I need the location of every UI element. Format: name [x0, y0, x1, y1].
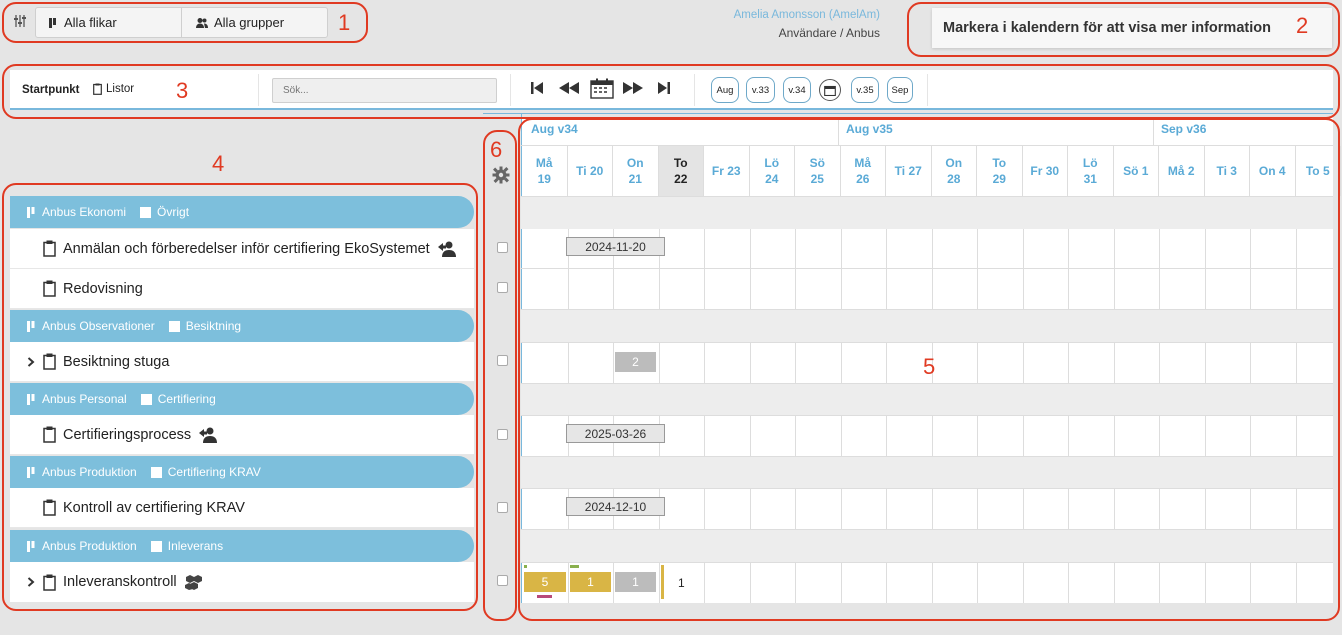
annotation-box-4 [2, 183, 478, 611]
annotation-box-2 [907, 2, 1340, 57]
annotation-number-2: 2 [1296, 13, 1309, 38]
annotation-box-3 [2, 64, 1340, 119]
annotation-box-1 [2, 2, 368, 43]
user-name[interactable]: Amelia Amonsson (AmelAm) [734, 9, 880, 21]
annotation-number-3: 3 [176, 78, 189, 103]
annotation-number-1: 1 [338, 10, 351, 35]
annotation-box-6 [483, 130, 517, 621]
annotation-number-4: 4 [212, 151, 225, 176]
annotation-number-6: 6 [490, 137, 503, 162]
annotation-number-5: 5 [923, 354, 936, 379]
user-role: Användare / Anbus [778, 26, 880, 40]
